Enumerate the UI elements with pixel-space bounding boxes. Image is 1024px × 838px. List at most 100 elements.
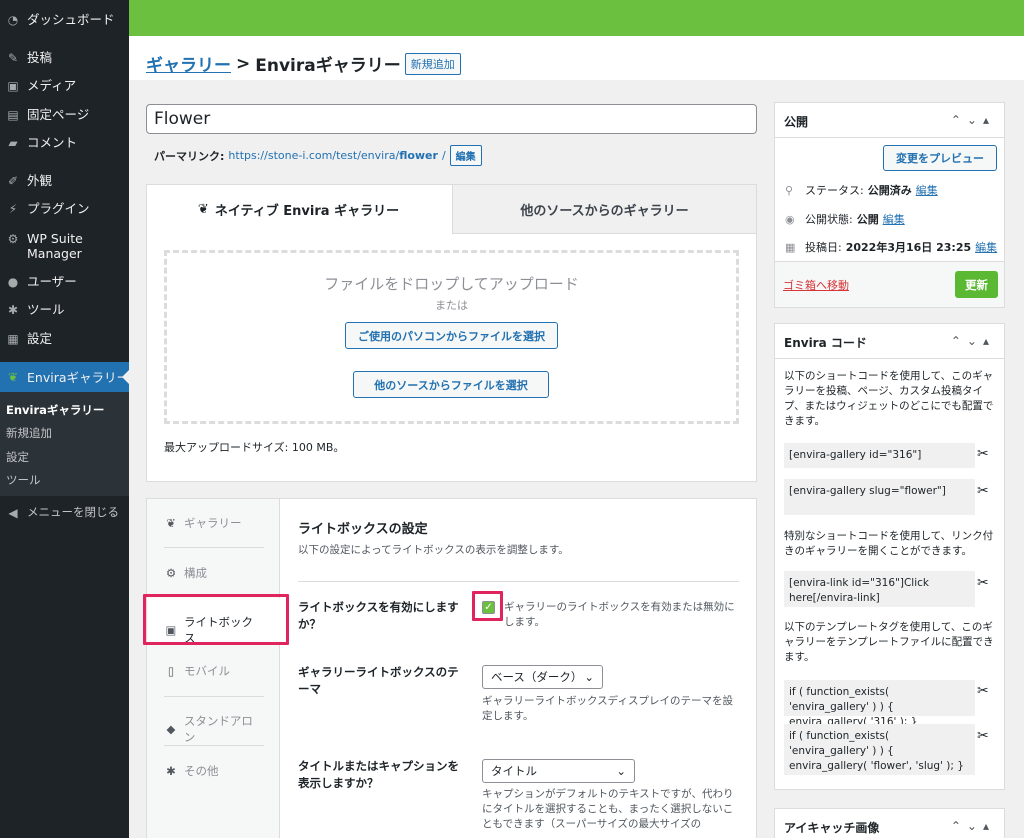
tab-label: ネイティブ Envira ギャラリー bbox=[214, 204, 400, 219]
submenu-tools[interactable]: ツール bbox=[6, 472, 41, 488]
clipboard-icon[interactable]: ✂ bbox=[977, 728, 989, 744]
template-tag-id[interactable]: if ( function_exists( 'envira_gallery' )… bbox=[784, 680, 975, 728]
clipboard-icon[interactable]: ✂ bbox=[977, 683, 989, 699]
max-upload-size: 最大アップロードサイズ: 100 MB。 bbox=[164, 441, 345, 454]
permalink-link[interactable]: https://stone-i.com/test/envira/flower / bbox=[228, 149, 445, 162]
menu-label: 投稿 bbox=[27, 50, 53, 65]
settings-tab-label: 構成 bbox=[184, 566, 207, 580]
select-other-source-button[interactable]: 他のソースからファイルを選択 bbox=[353, 371, 549, 398]
dashboard-icon: ◔ bbox=[7, 12, 19, 27]
menu-label: WP Suite Manager bbox=[27, 231, 83, 261]
shortcode-link[interactable]: [envira-link id="316"]Click here[/envira… bbox=[784, 571, 975, 607]
submenu-add-new[interactable]: 新規追加 bbox=[6, 425, 52, 441]
tab-native-gallery[interactable]: ❦ ネイティブ Envira ギャラリー bbox=[147, 185, 450, 234]
theme-select[interactable]: ベース（ダーク） ⌄ bbox=[482, 665, 603, 689]
tab-divider bbox=[164, 745, 264, 746]
preview-changes-button[interactable]: 変更をプレビュー bbox=[883, 145, 997, 171]
menu-posts[interactable]: ✎ 投稿 bbox=[0, 50, 129, 66]
settings-tab-misc[interactable]: ✱ その他 bbox=[164, 763, 264, 779]
clipboard-icon[interactable]: ✂ bbox=[977, 575, 989, 591]
menu-label: Enviraギャラリー bbox=[27, 369, 129, 385]
admin-sidebar: ◔ ダッシュボード ✎ 投稿 ▣ メディア ▤ 固定ページ ▰ コメント ✐ 外… bbox=[0, 0, 129, 838]
menu-wp-suite[interactable]: ⚙ WP Suite Manager bbox=[0, 231, 110, 261]
menu-tools[interactable]: ✱ ツール bbox=[0, 302, 129, 318]
submenu-gallery[interactable]: Enviraギャラリー bbox=[6, 402, 104, 418]
gear-icon: ⚙ bbox=[165, 566, 177, 580]
submenu-settings[interactable]: 設定 bbox=[6, 449, 29, 465]
menu-media[interactable]: ▣ メディア bbox=[0, 78, 129, 94]
tab-label: 他のソースからのギャラリー bbox=[520, 203, 689, 219]
date-edit-link[interactable]: 編集 bbox=[975, 239, 997, 255]
settings-tab-label: スタンドアロン bbox=[183, 714, 253, 744]
visibility-edit-link[interactable]: 編集 bbox=[883, 211, 905, 227]
box-controls-icon[interactable]: ⌃⌄▴ bbox=[951, 819, 995, 834]
drop-text: ファイルをドロップしてアップロード bbox=[324, 275, 579, 293]
standalone-icon: ◆ bbox=[166, 722, 176, 736]
settings-tab-mobile[interactable]: ▯ モバイル bbox=[164, 663, 264, 679]
menu-plugins[interactable]: ⚡ プラグイン bbox=[0, 201, 129, 217]
visibility-row: ◉ 公開状態: 公開 編集 bbox=[785, 211, 905, 227]
menu-label: ダッシュボード bbox=[27, 12, 115, 27]
theme-label: ギャラリーライトボックスのテーマ bbox=[298, 665, 459, 696]
eye-icon: ◉ bbox=[785, 212, 795, 226]
visibility-label: 公開状態: bbox=[805, 213, 853, 226]
leaf-icon: ❦ bbox=[197, 202, 209, 217]
post-title-input[interactable]: Flower bbox=[146, 104, 757, 134]
menu-appearance[interactable]: ✐ 外観 bbox=[0, 173, 129, 189]
envira-code-desc-1: 以下のショートコードを使用して、このギャラリーを投稿、ページ、カスタム投稿タイプ… bbox=[784, 370, 994, 427]
menu-settings[interactable]: ▦ 設定 bbox=[0, 331, 129, 347]
update-button[interactable]: 更新 bbox=[955, 271, 998, 298]
theme-help: ギャラリーライトボックスディスプレイのテーマを設定します。 bbox=[482, 695, 733, 722]
wrench-icon: ✱ bbox=[166, 764, 176, 778]
shortcode-id[interactable]: [envira-gallery id="316"] bbox=[784, 443, 975, 468]
date-label: 投稿日: bbox=[805, 241, 842, 254]
chevron-down-icon: ⌄ bbox=[584, 670, 594, 684]
box-controls-icon[interactable]: ⌃⌄▴ bbox=[951, 334, 995, 348]
menu-comments[interactable]: ▰ コメント bbox=[0, 135, 129, 151]
status-edit-link[interactable]: 編集 bbox=[916, 182, 938, 198]
settings-tab-gallery[interactable]: ❦ ギャラリー bbox=[164, 515, 264, 531]
clipboard-icon[interactable]: ✂ bbox=[977, 483, 989, 499]
shortcode-slug[interactable]: [envira-gallery slug="flower"] bbox=[784, 479, 975, 515]
menu-users[interactable]: ● ユーザー bbox=[0, 274, 129, 290]
template-tag-slug[interactable]: if ( function_exists( 'envira_gallery' )… bbox=[784, 724, 975, 775]
add-new-button[interactable]: 新規追加 bbox=[404, 52, 461, 75]
menu-label: メディア bbox=[27, 78, 77, 93]
caption-select[interactable]: タイトル ⌄ bbox=[482, 759, 635, 783]
enable-lightbox-help: ギャラリーのライトボックスを有効または無効にします。 bbox=[504, 601, 735, 628]
menu-label: コメント bbox=[27, 135, 78, 150]
envira-code-title: Envira コード bbox=[784, 336, 867, 350]
permalink-slug: flower bbox=[399, 149, 438, 162]
select-computer-files-button[interactable]: ご使用のパソコンからファイルを選択 bbox=[345, 322, 558, 349]
box-controls-icon[interactable]: ⌃⌄▴ bbox=[951, 113, 995, 127]
permalink-end: / bbox=[441, 149, 446, 162]
menu-pages[interactable]: ▤ 固定ページ bbox=[0, 107, 129, 123]
date-row: ▦ 投稿日: 2022年3月16日 23:25 編集 bbox=[785, 239, 997, 255]
envira-code-desc-2: 特別なショートコードを使用して、リンク付きのギャラリーを開くことができます。 bbox=[784, 530, 994, 557]
leaf-icon: ❦ bbox=[166, 516, 176, 530]
featured-image-title-row: アイキャッチ画像 ⌃⌄▴ bbox=[775, 809, 1004, 838]
permalink-label: パーマリンク: bbox=[154, 149, 225, 163]
publish-box-title: 公開 ⌃⌄▴ bbox=[775, 103, 1004, 138]
settings-tab-config[interactable]: ⚙ 構成 bbox=[164, 565, 264, 581]
calendar-icon: ▦ bbox=[785, 240, 796, 254]
menu-envira[interactable]: ❦ Enviraギャラリー bbox=[0, 362, 129, 392]
envira-submenu: Enviraギャラリー 新規追加 設定 ツール bbox=[0, 392, 129, 496]
breadcrumb-gallery-link[interactable]: ギャラリー bbox=[146, 51, 231, 76]
collapse-menu[interactable]: ◀ メニューを閉じる bbox=[0, 505, 129, 521]
settings-tab-label: ギャラリー bbox=[184, 516, 242, 530]
permalink-edit-button[interactable]: 編集 bbox=[449, 145, 482, 166]
settings-tab-standalone[interactable]: ◆ スタンドアロン bbox=[164, 713, 264, 745]
menu-label: ユーザー bbox=[27, 274, 77, 289]
menu-label: 設定 bbox=[27, 331, 53, 346]
trash-link[interactable]: ゴミ箱へ移動 bbox=[783, 277, 849, 293]
caption-help: キャプションがデフォルトのテキストですが、代わりにタイトルを選択することも、まっ… bbox=[482, 788, 734, 830]
plugin-icon: ⚡ bbox=[8, 201, 18, 216]
user-icon: ● bbox=[7, 274, 19, 289]
section-title: ライトボックスの設定 bbox=[298, 522, 428, 537]
menu-dashboard[interactable]: ◔ ダッシュボード bbox=[0, 12, 129, 28]
clipboard-icon[interactable]: ✂ bbox=[977, 446, 989, 462]
permalink-base: https://stone-i.com/test/envira/ bbox=[228, 149, 400, 162]
settings-tab-label: その他 bbox=[184, 764, 219, 778]
tab-other-sources[interactable]: 他のソースからのギャラリー bbox=[452, 185, 756, 234]
